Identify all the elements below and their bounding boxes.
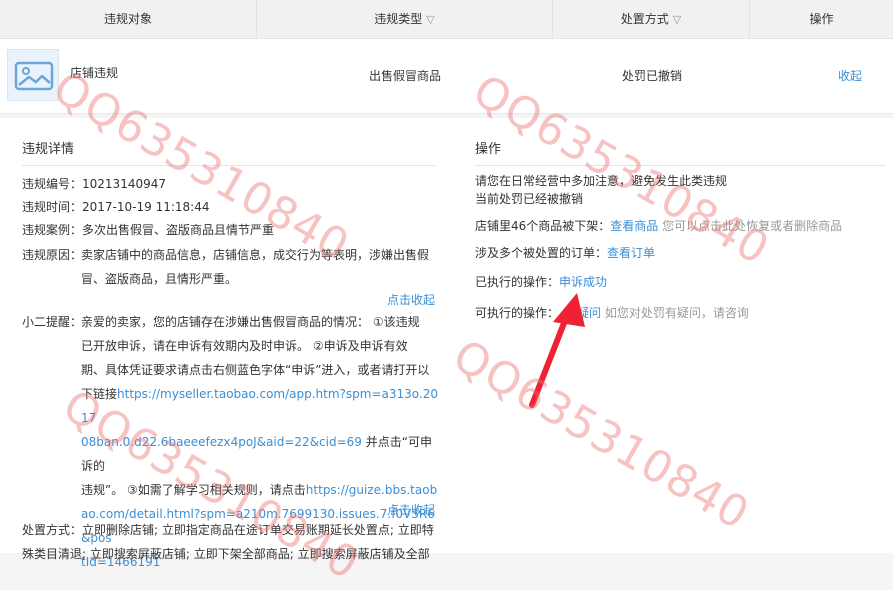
arrow-annotation-icon	[529, 293, 585, 408]
